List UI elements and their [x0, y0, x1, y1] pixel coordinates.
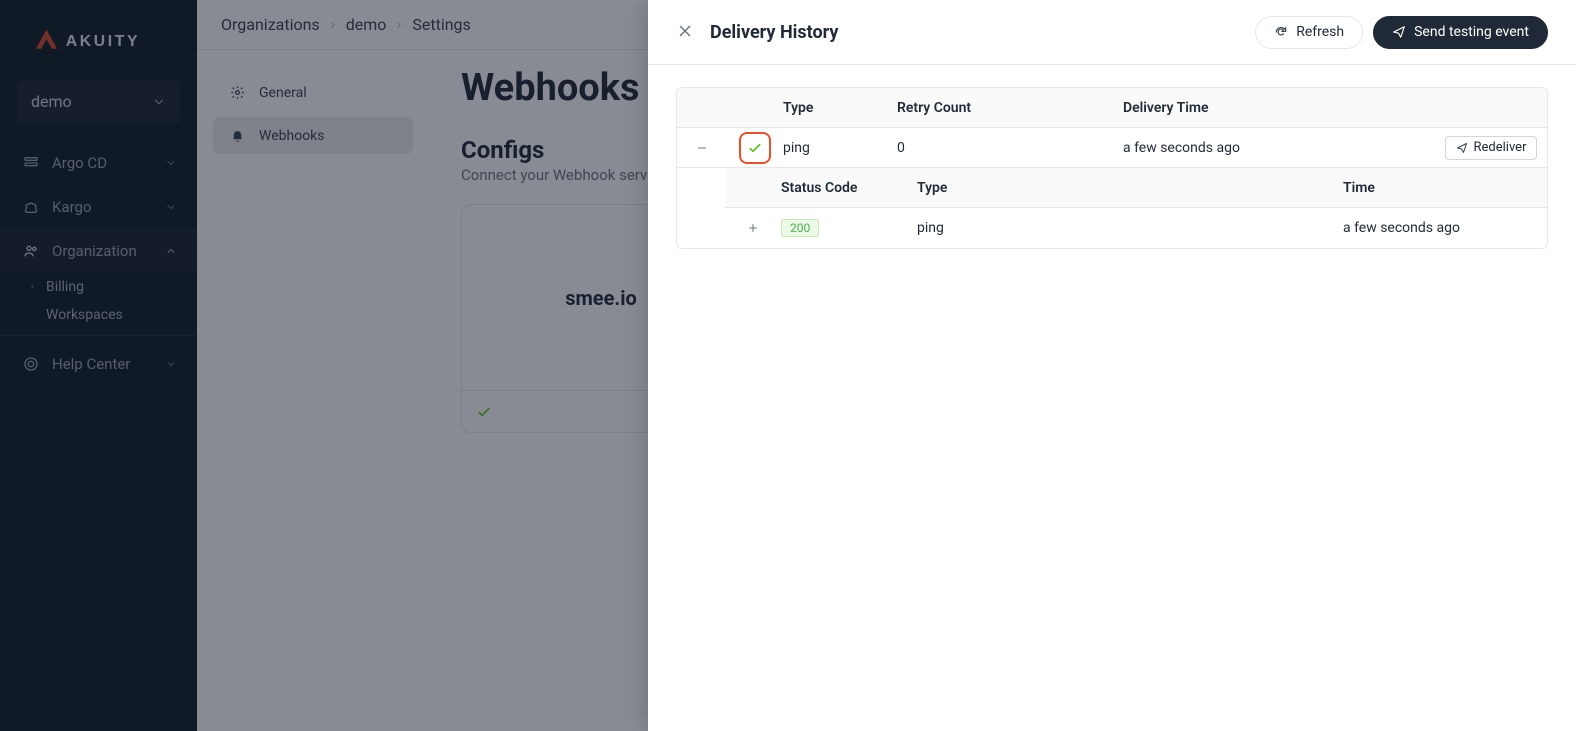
th-status-code: Status Code: [781, 180, 917, 196]
sub-table-row: 200 ping a few seconds ago: [725, 208, 1547, 248]
cell-sub-time: a few seconds ago: [1343, 220, 1547, 236]
button-label: Send testing event: [1414, 24, 1529, 40]
th-type: Type: [783, 100, 897, 116]
cell-time: a few seconds ago: [1123, 140, 1435, 156]
send-test-event-button[interactable]: Send testing event: [1373, 16, 1548, 49]
button-label: Redeliver: [1474, 140, 1527, 155]
redeliver-button[interactable]: Redeliver: [1445, 136, 1538, 160]
cell-retry: 0: [897, 140, 1123, 156]
cell-type: ping: [783, 140, 897, 156]
button-label: Refresh: [1296, 24, 1344, 40]
status-success-icon: [739, 132, 771, 164]
refresh-icon: [1274, 25, 1288, 39]
status-code-badge: 200: [781, 219, 819, 237]
sub-table-header: Status Code Type Time: [725, 168, 1547, 208]
paper-plane-icon: [1392, 25, 1406, 39]
cell-sub-type: ping: [917, 220, 1343, 236]
collapse-toggle[interactable]: [677, 142, 727, 154]
expand-toggle[interactable]: [725, 222, 781, 234]
th-time: Delivery Time: [1123, 100, 1435, 116]
refresh-button[interactable]: Refresh: [1255, 16, 1363, 49]
th-sub-time: Time: [1343, 180, 1547, 196]
delivery-history-drawer: Delivery History Refresh Send testing ev…: [648, 0, 1576, 731]
table-row: ping 0 a few seconds ago Redeliver: [677, 128, 1547, 168]
table-header-row: Type Retry Count Delivery Time: [677, 88, 1547, 128]
delivery-table: Type Retry Count Delivery Time ping 0 a …: [676, 87, 1548, 249]
paper-plane-icon: [1456, 142, 1468, 154]
attempts-sub-table: Status Code Type Time 200 ping a few sec…: [725, 168, 1547, 248]
th-retry: Retry Count: [897, 100, 1123, 116]
drawer-title: Delivery History: [710, 22, 1255, 43]
close-icon[interactable]: [676, 22, 696, 42]
th-sub-type: Type: [917, 180, 1343, 196]
